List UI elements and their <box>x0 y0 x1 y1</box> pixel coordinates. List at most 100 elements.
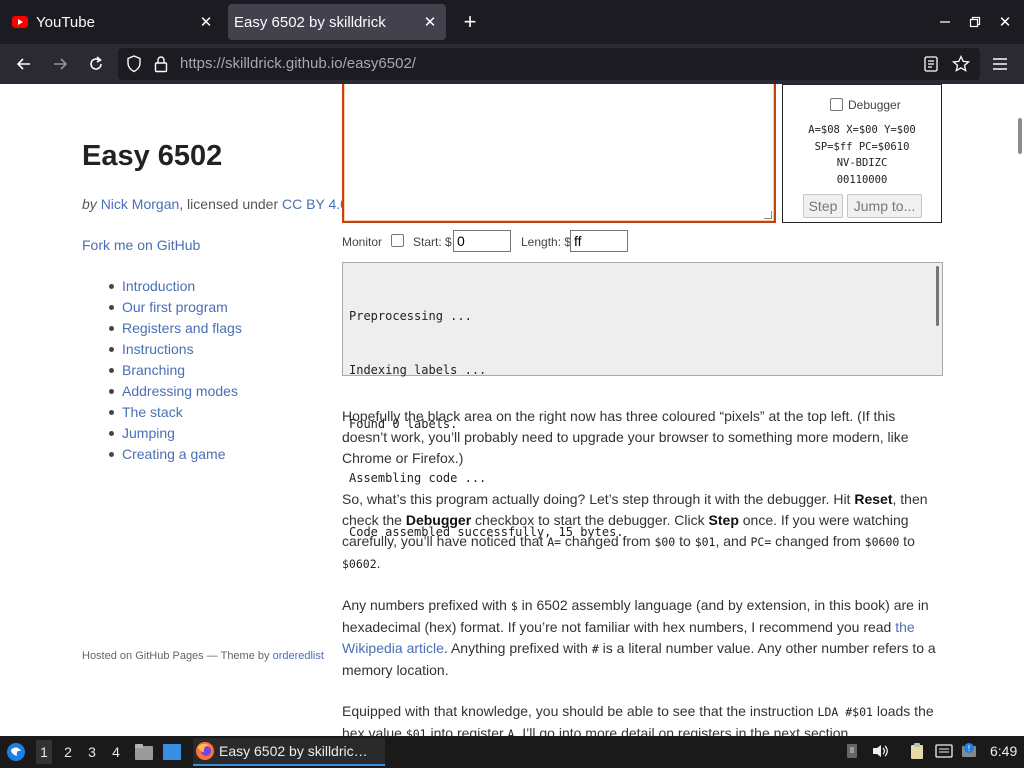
toc-item: Jumping <box>109 425 242 446</box>
step-button[interactable]: Step <box>803 194 843 218</box>
register-line: A=$08 X=$00 Y=$00 <box>808 124 916 136</box>
article-content: Hopefully the black area on the right no… <box>342 406 942 736</box>
address-bar[interactable]: https://skilldrick.github.io/easy6502/ <box>118 48 980 80</box>
resize-grip-icon[interactable] <box>764 211 772 219</box>
network-icon[interactable] <box>935 742 953 760</box>
toc-item: The stack <box>109 404 242 425</box>
toc-link-game[interactable]: Creating a game <box>122 446 226 462</box>
forward-icon[interactable] <box>48 52 72 76</box>
toc-link-introduction[interactable]: Introduction <box>122 278 195 294</box>
start-address-input[interactable] <box>453 230 511 252</box>
monitor-checkbox[interactable] <box>391 234 404 247</box>
sidebar-footer: Hosted on GitHub Pages — Theme by ordere… <box>82 650 324 662</box>
toc-link-stack[interactable]: The stack <box>122 404 183 420</box>
workspace-2[interactable]: 2 <box>60 744 76 760</box>
firefox-icon <box>195 741 215 761</box>
desktop-icon[interactable] <box>162 743 182 766</box>
menu-icon[interactable] <box>988 52 1012 76</box>
new-tab-icon[interactable]: + <box>456 8 484 36</box>
table-of-contents: Introduction Our first program Registers… <box>109 278 242 467</box>
paragraph: Hopefully the black area on the right no… <box>342 408 909 466</box>
volume-icon[interactable] <box>871 742 889 760</box>
workspace-3[interactable]: 3 <box>84 744 100 760</box>
code-editor[interactable] <box>342 84 776 223</box>
license-link[interactable]: CC BY 4.0 <box>282 196 348 212</box>
register-display: A=$08 X=$00 Y=$00 SP=$ff PC=$0610 NV-BDI… <box>783 122 941 188</box>
workspace-1[interactable]: 1 <box>36 740 52 764</box>
toc-link-instructions[interactable]: Instructions <box>122 341 194 357</box>
svg-text:!: ! <box>967 744 970 753</box>
close-window-icon[interactable]: ✕ <box>993 10 1017 34</box>
page-viewport[interactable]: Easy 6502 by Nick Morgan, licensed under… <box>0 84 1024 736</box>
monitor-label: Monitor <box>342 235 383 249</box>
debugger-panel: Debugger A=$08 X=$00 Y=$00 SP=$ff PC=$06… <box>782 84 942 223</box>
reload-icon[interactable] <box>84 52 108 76</box>
length-label: Length: $ <box>521 235 572 249</box>
flags-value: 00110000 <box>836 173 888 186</box>
start-menu-icon[interactable] <box>6 742 26 767</box>
author-link[interactable]: Nick Morgan <box>101 196 180 212</box>
byline-by: by <box>82 196 97 212</box>
console-line: Indexing labels ... <box>349 363 487 377</box>
toc-item: Introduction <box>109 278 242 299</box>
fork-github-link[interactable]: Fork me on GitHub <box>82 237 200 253</box>
toc-link-first-program[interactable]: Our first program <box>122 299 228 315</box>
workspace-4[interactable]: 4 <box>108 744 124 760</box>
console-scrollbar[interactable] <box>936 266 939 326</box>
toc-item: Creating a game <box>109 446 242 467</box>
notification-icon[interactable] <box>843 742 861 760</box>
paragraph: So, what’s this program actually doing? … <box>342 491 928 571</box>
toc-item: Addressing modes <box>109 383 242 404</box>
flags-header: NV-BDIZC <box>836 157 888 169</box>
debugger-label: Debugger <box>848 98 901 112</box>
minimize-icon[interactable] <box>933 10 957 34</box>
reader-view-icon[interactable] <box>924 56 938 77</box>
page-scrollbar[interactable] <box>1018 118 1022 154</box>
toc-link-registers[interactable]: Registers and flags <box>122 320 242 336</box>
taskbar-window-title: Easy 6502 by skilldric… <box>219 743 368 759</box>
debugger-checkbox[interactable] <box>830 98 843 111</box>
toc-link-jumping[interactable]: Jumping <box>122 425 175 441</box>
toc-item: Instructions <box>109 341 242 362</box>
clock: 6:49 <box>990 743 1018 759</box>
clipboard-icon[interactable] <box>908 742 926 760</box>
shield-icon[interactable] <box>126 55 142 78</box>
tab-title: Easy 6502 by skilldrick <box>234 13 386 31</box>
start-label: Start: $ <box>413 235 452 249</box>
file-manager-icon[interactable] <box>134 743 154 766</box>
bookmark-star-icon[interactable] <box>951 54 971 78</box>
taskbar: 1 2 3 4 Easy 6502 by skilldric… ! 6:49 <box>0 736 1024 768</box>
toc-item: Branching <box>109 362 242 383</box>
console-line: Preprocessing ... <box>349 309 472 323</box>
byline-licensed: , licensed under <box>179 196 279 212</box>
url-path: /easy6502/ <box>342 55 416 72</box>
toc-link-addressing[interactable]: Addressing modes <box>122 383 238 399</box>
register-line: SP=$ff PC=$0610 <box>814 140 910 153</box>
site-title: Easy 6502 <box>82 140 223 172</box>
jump-to-button[interactable]: Jump to... <box>847 194 922 218</box>
back-icon[interactable] <box>12 52 36 76</box>
url-host: https://skilldrick.github.io <box>180 55 343 72</box>
toc-link-branching[interactable]: Branching <box>122 362 185 378</box>
lock-icon[interactable] <box>154 55 168 78</box>
byline: by Nick Morgan, licensed under CC BY 4.0 <box>82 196 348 212</box>
youtube-icon <box>12 14 28 30</box>
navigation-bar: https://skilldrick.github.io/easy6502/ <box>0 44 1024 84</box>
update-notifier-icon[interactable]: ! <box>960 742 978 760</box>
tab-bar: YouTube ✕ Easy 6502 by skilldrick ✕ + ✕ <box>0 0 1024 44</box>
toc-item: Registers and flags <box>109 320 242 341</box>
toc-item: Our first program <box>109 299 242 320</box>
close-tab-icon[interactable]: ✕ <box>418 10 442 34</box>
footer-text: Hosted on GitHub Pages — Theme by <box>82 650 270 662</box>
tab-title: YouTube <box>36 13 95 31</box>
url-text[interactable]: https://skilldrick.github.io/easy6502/ <box>180 55 416 72</box>
length-input[interactable] <box>570 230 628 252</box>
restore-icon[interactable] <box>963 10 987 34</box>
tab-youtube[interactable]: YouTube ✕ <box>4 4 222 40</box>
assembler-console[interactable]: Preprocessing ... Indexing labels ... Fo… <box>342 262 943 539</box>
theme-author-link[interactable]: orderedlist <box>273 650 324 662</box>
tab-easy6502[interactable]: Easy 6502 by skilldrick ✕ <box>228 4 446 40</box>
close-tab-icon[interactable]: ✕ <box>194 10 218 34</box>
taskbar-window-firefox[interactable]: Easy 6502 by skilldric… <box>193 738 385 766</box>
paragraph: Equipped with that knowledge, you should… <box>342 703 934 736</box>
